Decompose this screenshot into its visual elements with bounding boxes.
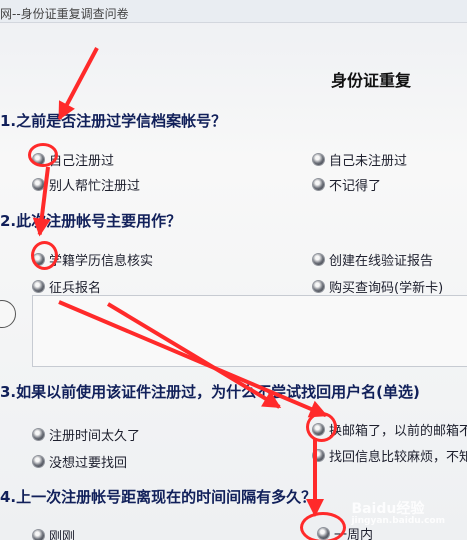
question-2: 2.此次注册帐号主要用作？ — [0, 212, 182, 230]
option-label: 别人帮忙注册过 — [49, 179, 141, 194]
option-label: 换邮箱了，以前的邮箱不 — [329, 424, 467, 439]
option-q2-military[interactable]: 征兵报名 — [33, 277, 101, 296]
option-label: 购买查询码(学新卡) — [329, 281, 444, 296]
option-label: 刚刚 — [49, 530, 76, 540]
radio-icon[interactable] — [313, 254, 324, 265]
radio-icon[interactable] — [33, 154, 44, 165]
radio-icon[interactable] — [313, 179, 324, 190]
option-q1-helped[interactable]: 别人帮忙注册过 — [33, 175, 140, 194]
option-q1-forgot[interactable]: 不记得了 — [313, 175, 381, 194]
question-4: 4.上一次注册帐号距离现在的时间间隔有多久？ — [0, 488, 317, 506]
radio-icon[interactable] — [33, 281, 44, 292]
option-q2-report[interactable]: 创建在线验证报告 — [313, 250, 433, 269]
annotation-arrow — [57, 47, 99, 120]
option-q1-not-registered[interactable]: 自己未注册过 — [313, 150, 407, 169]
option-label: 一周内 — [334, 528, 374, 540]
option-q3-email-changed[interactable]: 换邮箱了，以前的邮箱不 — [313, 420, 467, 439]
watermark-brand: Baidu经验 — [351, 501, 425, 517]
option-label: 自己未注册过 — [329, 154, 408, 169]
question-1: 1.之前是否注册过学信档案帐号？ — [0, 112, 227, 130]
comment-textarea[interactable] — [32, 295, 467, 367]
radio-icon[interactable] — [313, 281, 324, 292]
option-q2-query-code[interactable]: 购买查询码(学新卡) — [313, 277, 443, 296]
radio-icon[interactable] — [318, 528, 329, 539]
option-label: 注册时间太久了 — [49, 429, 141, 444]
window-title: 网--身份证重复调查问卷 — [0, 7, 129, 21]
option-label: 不记得了 — [329, 179, 382, 194]
radio-icon[interactable] — [313, 424, 324, 435]
option-label: 创建在线验证报告 — [329, 254, 434, 269]
option-label: 没想过要找回 — [49, 456, 128, 471]
survey-title: 身份证重复 — [331, 71, 412, 90]
option-q3-long-ago[interactable]: 注册时间太久了 — [33, 425, 140, 444]
option-label: 自己注册过 — [49, 154, 115, 169]
watermark-domain: jingyan.baidu.com — [351, 516, 445, 526]
option-label: 征兵报名 — [49, 281, 102, 296]
question-3: 3.如果以前使用该证件注册过，为什么不尝试找回用户名(单选) — [0, 383, 420, 401]
window-titlebar: 网--身份证重复调查问卷 — [0, 0, 467, 23]
option-q3-never-thought[interactable]: 没想过要找回 — [33, 452, 127, 471]
option-label: 找回信息比较麻烦，不知 — [329, 450, 467, 465]
option-q4-just-now[interactable]: 刚刚 — [33, 526, 75, 540]
radio-icon[interactable] — [33, 456, 44, 467]
option-q2-verify[interactable]: 学籍学历信息核实 — [33, 250, 153, 269]
annotation-arrow — [313, 438, 317, 515]
baidu-watermark: Baidu经验 jingyan.baidu.com — [351, 498, 445, 526]
survey-screen: 网--身份证重复调查问卷 身份证重复 1.之前是否注册过学信档案帐号？ 自己注册… — [0, 0, 467, 540]
option-q4-within-week[interactable]: 一周内 — [318, 524, 373, 540]
radio-icon[interactable] — [33, 429, 44, 440]
radio-icon[interactable] — [33, 530, 44, 540]
radio-icon[interactable] — [313, 154, 324, 165]
partial-circle-icon — [0, 300, 16, 328]
option-q3-too-difficult[interactable]: 找回信息比较麻烦，不知 — [313, 446, 467, 465]
option-label: 学籍学历信息核实 — [49, 254, 154, 269]
radio-icon[interactable] — [33, 254, 44, 265]
